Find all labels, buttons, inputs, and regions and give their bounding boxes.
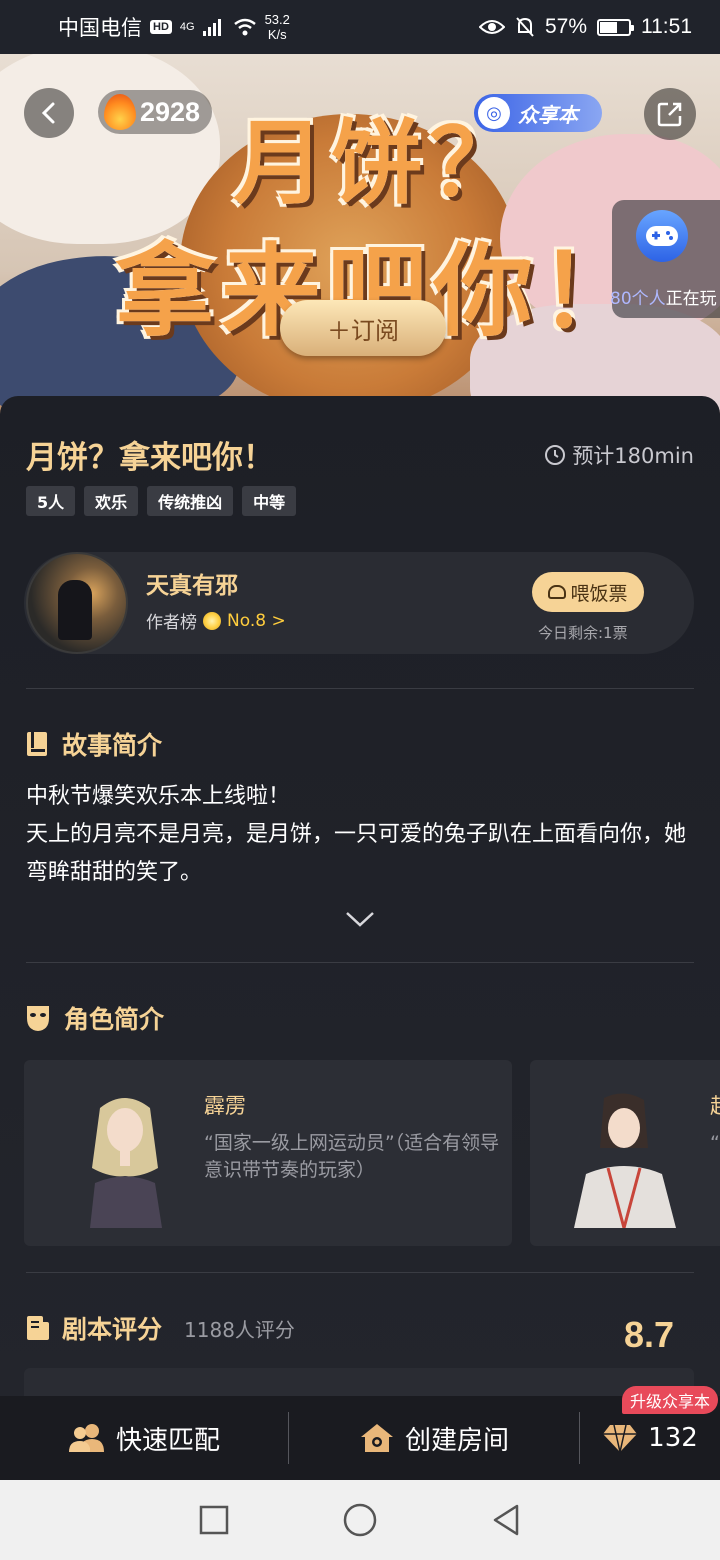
story-text: 中秋节爆笑欢乐本上线啦！ 天上的月亮不是月亮，是月饼，一只可爱的兔子趴在上面看向… [26, 778, 694, 892]
upgrade-badge[interactable]: 升级众享本 [622, 1386, 719, 1414]
share-ring-icon: ◎ [478, 97, 510, 129]
roles-carousel[interactable]: 霹雳 “国家一级上网运动员”（适合有领导意识带节奏的玩家） 赵 “ [24, 1060, 720, 1246]
heat-counter: 2928 [98, 90, 213, 134]
tag-type: 传统推凶 [147, 486, 234, 516]
role-card[interactable]: 赵 “ [530, 1060, 720, 1246]
create-room-button[interactable]: 创建房间 [289, 1396, 579, 1480]
share-external-icon [657, 102, 682, 127]
playing-widget[interactable]: 80个人正在玩 [610, 200, 720, 318]
detail-sheet: 月饼？拿来吧你！ 预计180min 5人 欢乐 传统推凶 中等 天真有邪 作者榜… [0, 396, 720, 1408]
battery-icon [597, 18, 634, 36]
role-description: “ [710, 1132, 720, 1154]
chevron-down-icon[interactable] [345, 908, 375, 930]
playing-suffix: 正在玩 [665, 289, 717, 309]
author-name: 天真有邪 [146, 573, 238, 599]
role-portrait [574, 1093, 676, 1228]
playing-count-label: 80个人正在玩 [610, 284, 717, 309]
feed-ticket-button[interactable]: 喂饭票 [532, 572, 644, 612]
share-button[interactable] [644, 88, 696, 140]
net-speed-value: 53.2 [264, 12, 290, 27]
hero-banner: 月饼？ 拿来吧你！ 2928 ◎ 众享本 ＋订阅 80个人正在玩 [0, 54, 720, 416]
nav-back-icon [493, 1504, 519, 1536]
flame-icon [104, 94, 136, 130]
home-button[interactable] [342, 1502, 378, 1538]
carrier-label: 中国电信 [58, 17, 142, 40]
role-description: “国家一级上网运动员”（适合有领导意识带节奏的玩家） [204, 1132, 500, 1181]
status-left: 中国电信 HD 4G 53.2 K/s [58, 12, 290, 42]
nav-circle-icon [343, 1503, 377, 1537]
gem-count: 132 [648, 1423, 698, 1453]
roles-heading-label: 角色简介 [64, 1005, 165, 1034]
tag-players: 5人 [26, 486, 76, 516]
rating-score: 8.7 [623, 1314, 674, 1355]
recents-button[interactable] [196, 1502, 232, 1538]
quick-match-label: 快速匹配 [115, 1425, 220, 1456]
divider [26, 962, 694, 963]
ticket-remaining: 今日剩余:1票 [538, 624, 628, 642]
roles-heading: 角色简介 [26, 1000, 164, 1036]
rating-heading: 剧本评分 1188人评分 [26, 1310, 295, 1346]
shared-script-badge[interactable]: ◎ 众享本 [474, 94, 602, 132]
status-right: 57% 11:51 [478, 15, 692, 39]
create-room-label: 创建房间 [404, 1425, 509, 1456]
house-icon [360, 1424, 393, 1452]
script-icon [27, 1316, 49, 1340]
battery-percent: 57% [544, 15, 587, 38]
role-card[interactable]: 霹雳 “国家一级上网运动员”（适合有领导意识带节奏的玩家） [24, 1060, 512, 1246]
heat-count: 2928 [140, 96, 201, 127]
wifi-icon [233, 18, 256, 36]
script-title: 月饼？拿来吧你！ [26, 440, 274, 476]
gamepad-icon [636, 210, 688, 262]
story-line-1: 中秋节爆笑欢乐本上线啦！ [26, 784, 291, 809]
users-icon [68, 1424, 104, 1452]
author-card[interactable]: 天真有邪 作者榜 No.8 > 喂饭票 今日剩余:1票 [24, 552, 694, 654]
duration-label: 预计180min [544, 440, 694, 470]
tag-list: 5人 欢乐 传统推凶 中等 [26, 486, 297, 516]
rating-heading-label: 剧本评分 [62, 1315, 163, 1344]
signal-icon [202, 19, 221, 36]
net-speed-unit: K/s [267, 27, 287, 42]
shared-script-label: 众享本 [518, 102, 578, 127]
divider [26, 688, 694, 689]
author-rank[interactable]: 作者榜 No.8 > [146, 608, 286, 634]
playing-count: 80个人 [610, 289, 666, 309]
feed-ticket-label: 喂饭票 [570, 582, 628, 605]
quick-match-button[interactable]: 快速匹配 [0, 1396, 288, 1480]
subscribe-button[interactable]: ＋订阅 [280, 300, 446, 356]
diamond-icon [603, 1424, 638, 1453]
rating-count: 1188人评分 [184, 1317, 295, 1342]
clock-icon [545, 445, 566, 465]
nav-square-icon [199, 1505, 229, 1535]
mask-icon [27, 1006, 49, 1031]
medal-icon [203, 611, 221, 630]
network-type: 4G [179, 21, 195, 33]
author-rank-label: 作者榜 [146, 613, 197, 633]
book-icon [27, 732, 47, 756]
bell-muted-icon [516, 17, 534, 37]
system-nav-bar [0, 1480, 720, 1560]
bottom-action-bar: 快速匹配 创建房间 132 升级众享本 [0, 1386, 720, 1480]
role-name: 霹雳 [204, 1094, 246, 1118]
back-button[interactable] [24, 88, 74, 138]
hd-badge: HD [150, 20, 172, 34]
nav-back-button[interactable] [488, 1502, 524, 1538]
tag-difficulty: 中等 [242, 486, 297, 516]
duration-value: 预计180min [572, 444, 694, 468]
story-heading-label: 故事简介 [62, 731, 163, 760]
tag-genre: 欢乐 [84, 486, 139, 516]
role-name: 赵 [710, 1090, 720, 1120]
story-line-2: 天上的月亮不是月亮，是月饼，一只可爱的兔子趴在上面看向你，她弯眸甜甜的笑了。 [26, 822, 687, 885]
author-avatar[interactable] [26, 552, 128, 654]
author-rank-number: No.8 > [227, 610, 286, 631]
rice-ticket-icon [548, 585, 567, 599]
net-speed: 53.2 K/s [265, 12, 290, 42]
eye-icon [478, 20, 505, 34]
divider [26, 1272, 694, 1273]
clock-time: 11:51 [641, 15, 692, 38]
back-arrow-icon [41, 102, 55, 124]
story-heading: 故事简介 [26, 726, 162, 762]
role-portrait [90, 1098, 162, 1228]
status-bar: 中国电信 HD 4G 53.2 K/s 57% 11:51 [0, 0, 720, 54]
